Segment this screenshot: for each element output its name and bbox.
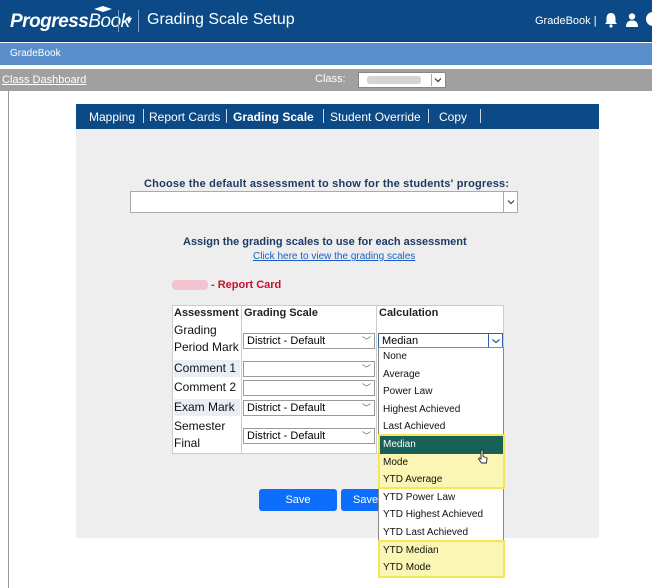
assessment-label: Comment 2 <box>174 380 237 394</box>
option-ytd-highest-achieved[interactable]: YTD Highest Achieved <box>379 506 503 524</box>
column-header-calculation: Calculation <box>379 307 439 319</box>
top-bar: ProgressBook ▾ Grading Scale Setup Grade… <box>0 0 652 42</box>
default-assessment-select[interactable] <box>130 191 518 213</box>
tab-divider <box>323 109 324 123</box>
setup-tabs: Mapping Report Cards Grading Scale Stude… <box>76 104 599 129</box>
tab-divider <box>143 109 144 123</box>
option-ytd-power-law[interactable]: YTD Power Law <box>379 489 503 507</box>
class-name-redacted <box>367 76 421 84</box>
report-card-name-redacted <box>172 280 208 290</box>
assign-scales-heading: Assign the grading scales to use for eac… <box>183 236 467 248</box>
default-assessment-heading: Choose the default assessment to show fo… <box>144 178 510 190</box>
tab-mapping[interactable]: Mapping <box>89 110 135 124</box>
progressbook-logo[interactable]: ProgressBook <box>10 11 130 33</box>
chevron-down-icon <box>431 74 443 86</box>
chevron-down-icon <box>488 334 502 348</box>
tab-copy[interactable]: Copy <box>439 110 467 124</box>
chevron-down-icon: ﹀ <box>361 403 371 413</box>
help-icon[interactable] <box>646 12 652 26</box>
option-average[interactable]: Average <box>379 366 503 384</box>
tab-divider <box>480 109 481 123</box>
grading-scale-select[interactable]: District - Default ﹀ <box>243 333 375 349</box>
option-ytd-last-achieved[interactable]: YTD Last Achieved <box>379 524 503 542</box>
grading-scale-select[interactable]: District - Default ﹀ <box>243 428 375 444</box>
grading-scale-select[interactable]: ﹀ <box>243 361 375 377</box>
content-left-border <box>8 91 9 588</box>
gradebook-subnav: GradeBook <box>0 43 652 65</box>
class-bar: Class Dashboard Class: <box>0 69 652 91</box>
chevron-down-icon: ﹀ <box>361 336 371 346</box>
highlight-box <box>378 540 505 578</box>
assessment-label: Semester Final <box>174 419 226 450</box>
tab-student-override[interactable]: Student Override <box>330 110 421 124</box>
bell-icon[interactable] <box>604 12 618 28</box>
grading-scale-select[interactable]: District - Default ﹀ <box>243 400 375 416</box>
tab-divider <box>428 109 429 123</box>
option-power-law[interactable]: Power Law <box>379 383 503 401</box>
column-divider <box>241 305 242 454</box>
graduation-cap-icon <box>94 6 112 12</box>
column-header-assessment: Assessment <box>174 307 239 319</box>
save-button-secondary[interactable]: Save <box>341 489 378 511</box>
option-none[interactable]: None <box>379 348 503 366</box>
page-title: Grading Scale Setup <box>147 11 295 28</box>
view-grading-scales-link[interactable]: Click here to view the grading scales <box>253 251 415 262</box>
report-card-title: - Report Card <box>211 279 282 291</box>
assessment-label: Grading Period Mark <box>174 323 239 354</box>
chevron-down-icon: ﹀ <box>361 431 371 441</box>
save-button[interactable]: Save <box>259 489 337 511</box>
header-divider <box>118 10 119 32</box>
grading-scale-select[interactable]: ﹀ <box>243 380 375 396</box>
option-highest-achieved[interactable]: Highest Achieved <box>379 401 503 419</box>
class-select[interactable] <box>358 72 446 88</box>
gradebook-link[interactable]: GradeBook | <box>535 15 597 27</box>
column-header-grading-scale: Grading Scale <box>244 307 318 319</box>
column-divider <box>376 305 377 454</box>
tab-divider <box>226 109 227 123</box>
user-icon[interactable] <box>626 12 638 28</box>
class-dashboard-link[interactable]: Class Dashboard <box>2 74 86 86</box>
app-switcher-chevron-icon[interactable]: ▾ <box>126 13 132 27</box>
tab-grading-scale[interactable]: Grading Scale <box>233 110 314 124</box>
header-divider <box>138 10 139 32</box>
mouse-pointer-icon <box>477 449 488 464</box>
assessment-label: Comment 1 <box>174 360 240 377</box>
assessment-label: Exam Mark <box>174 399 240 416</box>
subnav-gradebook[interactable]: GradeBook <box>10 48 61 59</box>
tab-report-cards[interactable]: Report Cards <box>149 110 220 124</box>
chevron-down-icon: ﹀ <box>361 364 371 374</box>
chevron-down-icon <box>503 192 517 212</box>
chevron-down-icon: ﹀ <box>361 383 371 393</box>
class-label: Class: <box>315 73 346 85</box>
